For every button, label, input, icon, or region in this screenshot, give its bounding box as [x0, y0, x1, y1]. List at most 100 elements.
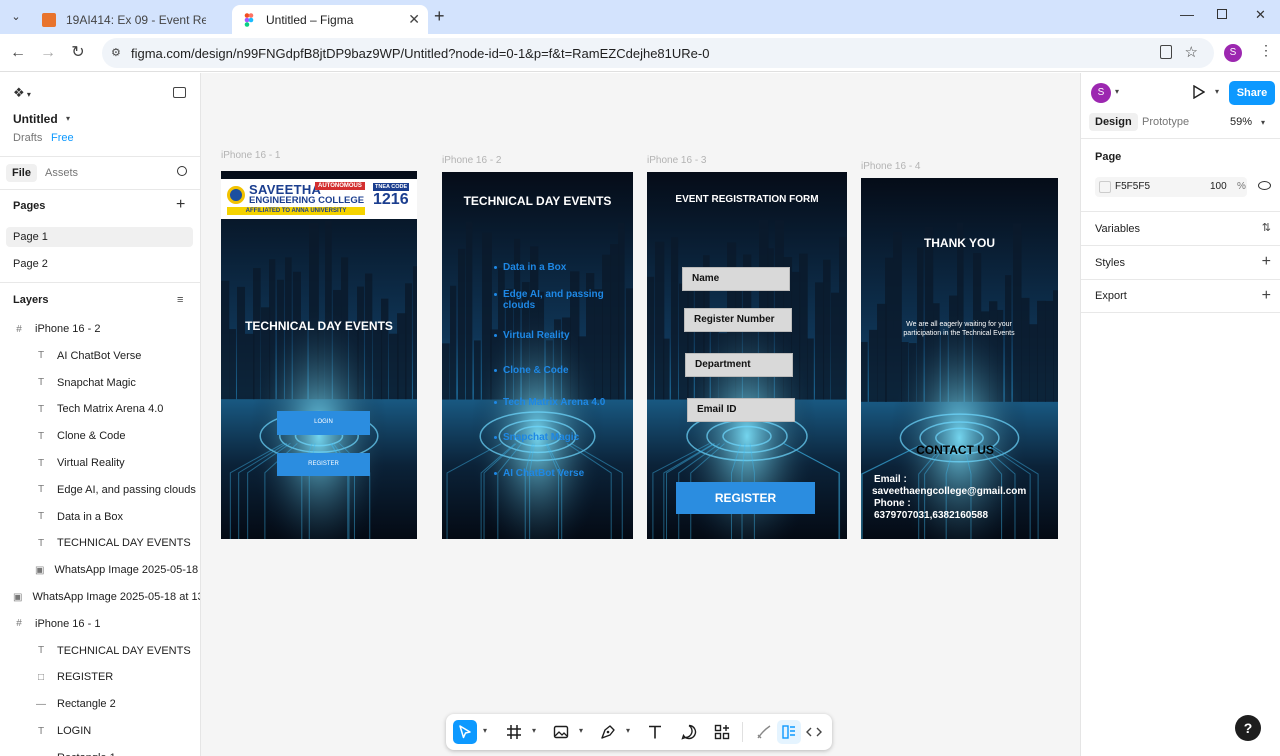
omnibox[interactable]: ⚙ figma.com/design/n99FNGdpfB8jtDP9baz9W… — [102, 38, 1214, 68]
frame-tool-chevron-icon[interactable]: ▾ — [532, 726, 536, 735]
zoom-chevron-icon[interactable]: ▾ — [1261, 118, 1265, 127]
layer-row[interactable]: T Snapchat Magic — [0, 370, 200, 396]
design-canvas[interactable]: iPhone 16 - 1 SAVEETHA AUTONOMOUS ENGINE… — [201, 73, 1080, 756]
form-input-field[interactable]: Email ID — [687, 398, 795, 422]
layer-row[interactable]: T Tech Matrix Arena 4.0 — [0, 396, 200, 422]
zoom-level[interactable]: 59% — [1230, 116, 1252, 128]
export-section[interactable]: Export + — [1081, 279, 1280, 313]
college-banner: SAVEETHA AUTONOMOUS ENGINEERING COLLEGE … — [221, 179, 417, 219]
layer-name: Rectangle 2 — [57, 698, 116, 711]
layer-row[interactable]: # iPhone 16 - 1 — [0, 611, 200, 637]
page-color-swatch[interactable] — [1099, 181, 1111, 193]
frame-label[interactable]: iPhone 16 - 1 — [221, 150, 281, 161]
layer-row[interactable]: — Rectangle 1 — [0, 745, 200, 756]
file-location[interactable]: Drafts — [13, 132, 42, 144]
forward-icon[interactable]: → — [38, 43, 58, 63]
close-tab-icon[interactable]: ✕ — [408, 11, 420, 28]
variables-section[interactable]: Variables ⇅ — [1081, 211, 1280, 245]
layer-row[interactable]: T Virtual Reality — [0, 450, 200, 476]
site-settings-icon[interactable]: ⚙ — [111, 46, 121, 59]
collapse-layers-icon[interactable]: ≡ — [177, 294, 183, 306]
form-input-field[interactable]: Register Number — [684, 308, 792, 332]
plan-badge[interactable]: Free — [51, 132, 74, 144]
actions-tool-icon[interactable] — [710, 720, 734, 744]
move-tool-chevron-icon[interactable]: ▾ — [483, 726, 487, 735]
text-tool-icon[interactable] — [643, 720, 667, 744]
minimize-icon[interactable]: — — [1180, 6, 1194, 22]
form-register-button[interactable]: REGISTER — [676, 482, 815, 514]
page-opacity-value[interactable]: 100 — [1210, 181, 1227, 192]
search-icon[interactable] — [177, 166, 187, 176]
present-play-icon[interactable] — [1193, 85, 1205, 99]
visibility-eye-icon[interactable] — [1258, 181, 1271, 190]
browser-tab-moodle[interactable]: 19AI414: Ex 09 - Event Registrat — [32, 5, 232, 34]
layer-row[interactable]: ▣ WhatsApp Image 2025-05-18 at 13.33 — [0, 584, 200, 610]
maximize-icon[interactable] — [1217, 9, 1227, 19]
url-text[interactable]: figma.com/design/n99FNGdpfB8jtDP9baz9WP/… — [131, 46, 709, 61]
styles-section[interactable]: Styles + — [1081, 245, 1280, 279]
dev-mode-icon[interactable] — [802, 720, 826, 744]
pen-tool-icon[interactable] — [596, 720, 620, 744]
frame-iphone-16-1[interactable]: SAVEETHA AUTONOMOUS ENGINEERING COLLEGE … — [221, 171, 417, 539]
file-name[interactable]: Untitled — [13, 112, 58, 126]
tab-design[interactable]: Design — [1089, 113, 1138, 131]
tab-assets[interactable]: Assets — [45, 167, 78, 179]
text-icon: T — [37, 725, 45, 737]
present-chevron-icon[interactable]: ▾ — [1215, 87, 1219, 96]
pen-tool-chevron-icon[interactable]: ▾ — [626, 726, 630, 735]
frame-iphone-16-3[interactable]: EVENT REGISTRATION FORM Name Register Num… — [647, 172, 847, 539]
layer-row[interactable]: T TECHNICAL DAY EVENTS — [0, 530, 200, 556]
frame-iphone-16-2[interactable]: TECHNICAL DAY EVENTS Data in a Box Edge A… — [442, 172, 633, 539]
frame-tool-icon[interactable] — [502, 720, 526, 744]
avatar-chevron-icon[interactable]: ▾ — [1115, 87, 1119, 96]
layer-row[interactable]: T LOGIN — [0, 718, 200, 744]
design-mode-icon[interactable] — [777, 720, 801, 744]
image-tool-chevron-icon[interactable]: ▾ — [579, 726, 583, 735]
tab-file[interactable]: File — [6, 164, 37, 182]
add-style-icon[interactable]: + — [1262, 253, 1271, 271]
file-name-chevron-icon[interactable]: ▾ — [66, 114, 70, 123]
layer-row[interactable]: T TECHNICAL DAY EVENTS — [0, 638, 200, 664]
layer-row[interactable]: # iPhone 16 - 2 — [0, 316, 200, 342]
frame-iphone-16-4[interactable]: THANK YOU We are all eagerly waiting for… — [861, 178, 1058, 539]
tab-search-button[interactable]: ⌄ — [7, 8, 25, 26]
figma-menu-icon[interactable]: ❖ ▾ — [13, 85, 31, 101]
comment-tool-icon[interactable] — [677, 720, 701, 744]
toggle-sidebar-icon[interactable] — [173, 87, 186, 98]
variables-adjust-icon[interactable]: ⇅ — [1262, 221, 1271, 234]
new-tab-button[interactable]: + — [434, 6, 445, 27]
layer-row[interactable]: T Clone & Code — [0, 423, 200, 449]
draw-mode-icon[interactable] — [752, 720, 776, 744]
login-button[interactable]: LOGIN — [277, 411, 370, 435]
image-tool-icon[interactable] — [549, 720, 573, 744]
layer-row[interactable]: — Rectangle 2 — [0, 691, 200, 717]
share-button[interactable]: Share — [1229, 81, 1275, 105]
frame-label[interactable]: iPhone 16 - 3 — [647, 155, 707, 166]
clipboard-icon[interactable] — [1160, 45, 1172, 59]
frame-label[interactable]: iPhone 16 - 4 — [861, 161, 921, 172]
layer-row[interactable]: ▣ WhatsApp Image 2025-05-18 at 1 — [0, 557, 200, 583]
help-button[interactable]: ? — [1235, 715, 1261, 741]
frame-label[interactable]: iPhone 16 - 2 — [442, 155, 502, 166]
close-window-icon[interactable]: ✕ — [1255, 7, 1266, 23]
add-page-icon[interactable]: + — [176, 196, 185, 214]
page-color-hex[interactable]: F5F5F5 — [1115, 181, 1150, 192]
layer-row[interactable]: T AI ChatBot Verse — [0, 343, 200, 369]
layer-row[interactable]: T Edge AI, and passing clouds — [0, 477, 200, 503]
layer-row[interactable]: T Data in a Box — [0, 504, 200, 530]
browser-tab-figma[interactable]: Untitled – Figma ✕ — [232, 5, 428, 34]
tab-prototype[interactable]: Prototype — [1142, 116, 1189, 128]
bookmark-star-icon[interactable]: ☆ — [1185, 43, 1198, 61]
page-item-page-2[interactable]: Page 2 — [13, 258, 48, 270]
form-input-field[interactable]: Name — [682, 267, 790, 291]
move-tool-icon[interactable] — [453, 720, 477, 744]
layer-row[interactable]: □ REGISTER — [0, 664, 200, 690]
back-icon[interactable]: ← — [8, 43, 28, 63]
profile-avatar[interactable]: S — [1224, 44, 1242, 62]
user-avatar[interactable]: S — [1091, 83, 1111, 103]
form-input-field[interactable]: Department — [685, 353, 793, 377]
register-button[interactable]: REGISTER — [277, 453, 370, 476]
browser-menu-icon[interactable]: ⋮ — [1259, 42, 1273, 59]
add-export-icon[interactable]: + — [1262, 287, 1271, 305]
reload-icon[interactable]: ↻ — [68, 43, 88, 63]
